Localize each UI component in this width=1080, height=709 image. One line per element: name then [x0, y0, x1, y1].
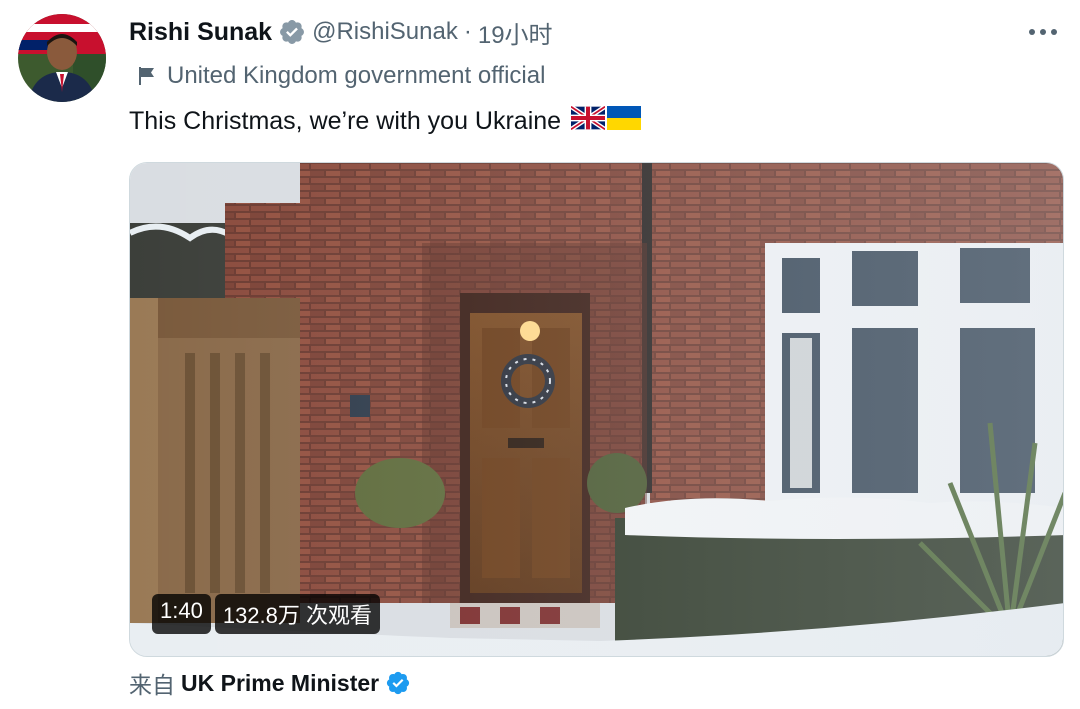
government-label[interactable]: United Kingdom government official — [135, 60, 545, 92]
source-account-link[interactable]: UK Prime Minister — [181, 670, 379, 697]
video-duration: 1:40 — [152, 594, 211, 634]
verified-badge-icon — [385, 670, 411, 696]
government-label-text: United Kingdom government official — [167, 62, 546, 89]
tweet-text: This Christmas, we’re with you Ukraine — [129, 104, 642, 138]
uk-flag-icon — [569, 104, 607, 137]
author-avatar[interactable] — [18, 14, 106, 102]
author-name[interactable]: Rishi Sunak — [129, 18, 272, 47]
separator-dot: · — [463, 18, 472, 45]
more-horizontal-icon — [1029, 29, 1057, 35]
video-overlay: 1:40 132.8万 次观看 — [152, 594, 380, 634]
ukraine-flag-icon — [607, 105, 642, 137]
tweet-body: This Christmas, we’re with you Ukraine — [129, 106, 562, 135]
tweet-timestamp[interactable]: 19小时 — [478, 15, 553, 50]
tweet-header: Rishi Sunak @RishiSunak · 19小时 — [129, 14, 553, 50]
avatar-image — [18, 14, 106, 102]
source-prefix: 来自 — [129, 672, 175, 698]
verified-badge-icon — [278, 18, 306, 46]
video-view-count: 132.8万 次观看 — [214, 594, 380, 634]
video-source: 来自 UK Prime Minister — [129, 666, 411, 700]
author-handle[interactable]: @RishiSunak — [312, 18, 458, 46]
video-thumbnail — [130, 163, 1063, 656]
more-options-button[interactable] — [1026, 18, 1060, 46]
video-player[interactable]: 1:40 132.8万 次观看 — [129, 162, 1064, 657]
flag-icon — [139, 67, 154, 85]
